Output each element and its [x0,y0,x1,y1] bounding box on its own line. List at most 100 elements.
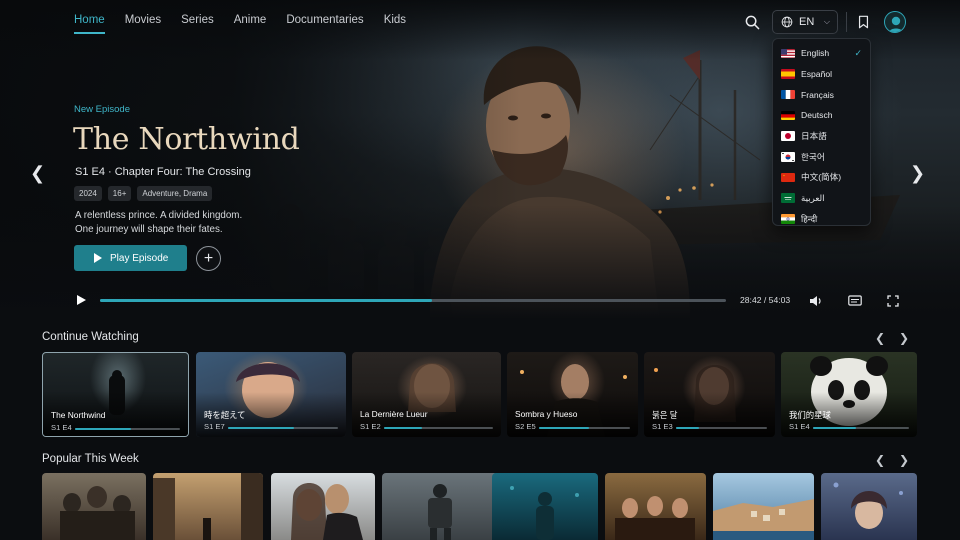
hero-description: A relentless prince. A divided kingdom. … [75,209,242,237]
continue-card-progress [384,427,493,429]
player-play-icon[interactable] [77,295,86,305]
hero-tags: 2024 16+ Adventure, Drama [74,186,213,201]
avatar[interactable] [884,11,906,33]
nav-home[interactable]: Home [74,14,105,34]
thumbnail-image [713,499,814,540]
progress-fill [813,427,857,429]
continue-card[interactable]: The Northwind S1 E4 [42,352,189,437]
continue-card-episode: S1 E2 [360,422,381,431]
cn-flag-icon [781,172,795,183]
progress-fill [384,427,423,429]
subtitles-icon [848,295,862,306]
continue-card[interactable]: Sombra y Hueso S2 E5 [507,352,638,437]
continue-card[interactable]: 時を超えて S1 E7 [196,352,346,437]
thumbnail-image [615,496,695,540]
progress-fill [676,427,699,429]
language-option-label: 日本語 [801,131,827,142]
nav-links: Home Movies Series Anime Documentaries K… [74,14,406,34]
continue-card-progress [676,427,767,429]
es-flag-icon [781,69,795,79]
language-option-chinese[interactable]: 中文(简体) [773,167,870,188]
continue-card-title: 붉은 달 [652,410,678,420]
sa-flag-icon [781,193,795,203]
search-button[interactable] [743,13,761,31]
top-nav: Home Movies Series Anime Documentaries K… [0,0,960,42]
popular-title: Popular This Week [42,453,139,465]
us-flag-icon [781,48,795,59]
nav-movies[interactable]: Movies [125,14,161,34]
language-selector[interactable]: EN ⌵ [772,10,838,34]
language-option-francais[interactable]: Français [773,84,870,105]
check-icon: ✓ [854,47,862,58]
language-option-espanol[interactable]: Español [773,64,870,85]
continue-card-title: Sombra y Hueso [515,409,578,419]
language-option-english[interactable]: English ✓ [773,43,870,64]
popular-next-arrow[interactable]: ❯ [899,453,909,467]
nav-anime[interactable]: Anime [234,14,267,34]
language-current: EN [799,16,815,28]
popular-card[interactable] [605,473,706,540]
continue-card[interactable]: La Dernière Lueur S1 E2 [352,352,501,437]
nav-divider [846,12,847,32]
nav-series[interactable]: Series [181,14,214,34]
plus-icon: + [203,249,214,267]
rating-tag: 16+ [107,186,132,201]
time-display: 28:42 / 54:03 [740,295,791,305]
thumbnail-image [60,486,135,540]
continue-card-progress [813,427,909,429]
popular-card[interactable] [153,473,263,540]
popular-card[interactable] [492,473,598,540]
language-option-arabic[interactable]: العربية [773,188,870,209]
progress-bar[interactable] [100,299,726,302]
language-option-japanese[interactable]: 日本語 [773,126,870,147]
language-option-label: العربية [801,192,825,203]
language-option-korean[interactable]: 한국어 [773,146,870,167]
subtitles-button[interactable] [847,294,863,308]
nav-documentaries[interactable]: Documentaries [286,14,363,34]
popular-card[interactable] [271,473,375,540]
hero-title: The Northwind [73,122,300,157]
watchlist-button[interactable] [854,12,872,32]
globe-icon [781,16,793,28]
thumbnail-image [510,486,579,540]
nav-kids[interactable]: Kids [384,14,406,34]
language-option-deutsch[interactable]: Deutsch [773,105,870,126]
continue-card[interactable]: 붉은 달 S1 E3 [644,352,775,437]
genre-tag: Adventure, Drama [137,186,213,201]
continue-card-episode: S2 E5 [515,422,536,431]
language-option-label: 中文(简体) [801,172,842,183]
language-option-label: English [801,48,830,59]
continue-card-progress [539,427,630,429]
chevron-down-icon: ⌵ [823,17,830,26]
fr-flag-icon [781,89,795,100]
continue-next-arrow[interactable]: ❯ [899,331,909,345]
language-option-label: Español [801,69,833,80]
hero-description-line: One journey will shape their fates. [75,224,223,235]
progress-fill [75,428,131,430]
continue-card-episode: S1 E4 [51,423,72,432]
play-episode-label: Play Episode [110,252,169,264]
popular-card[interactable] [382,473,498,540]
popular-card[interactable] [821,473,917,540]
continue-card-episode: S1 E3 [652,422,673,431]
popular-card[interactable] [42,473,146,540]
hero-next-arrow[interactable]: ❯ [910,163,925,184]
continue-card[interactable]: 我们的星球 S1 E4 [781,352,917,437]
streaming-home: Home Movies Series Anime Documentaries K… [0,0,960,540]
fullscreen-button[interactable] [885,294,901,308]
volume-button[interactable] [808,294,824,308]
hero-subtitle: S1 E4 · Chapter Four: The Crossing [75,166,251,178]
continue-card-episode: S1 E7 [204,422,225,431]
jp-flag-icon [781,131,795,141]
popular-prev-arrow[interactable]: ❮ [875,453,885,467]
popular-card[interactable] [713,473,814,540]
language-option-label: हिन्दी [801,213,818,224]
hero-prev-arrow[interactable]: ❮ [30,163,45,184]
bookmark-icon [858,15,868,29]
continue-card-title: La Dernière Lueur [360,409,428,419]
continue-card-progress [228,427,338,429]
add-to-list-button[interactable]: + [196,246,221,271]
language-option-hindi[interactable]: हिन्दी [773,209,870,230]
play-episode-button[interactable]: Play Episode [74,245,187,271]
continue-prev-arrow[interactable]: ❮ [875,331,885,345]
